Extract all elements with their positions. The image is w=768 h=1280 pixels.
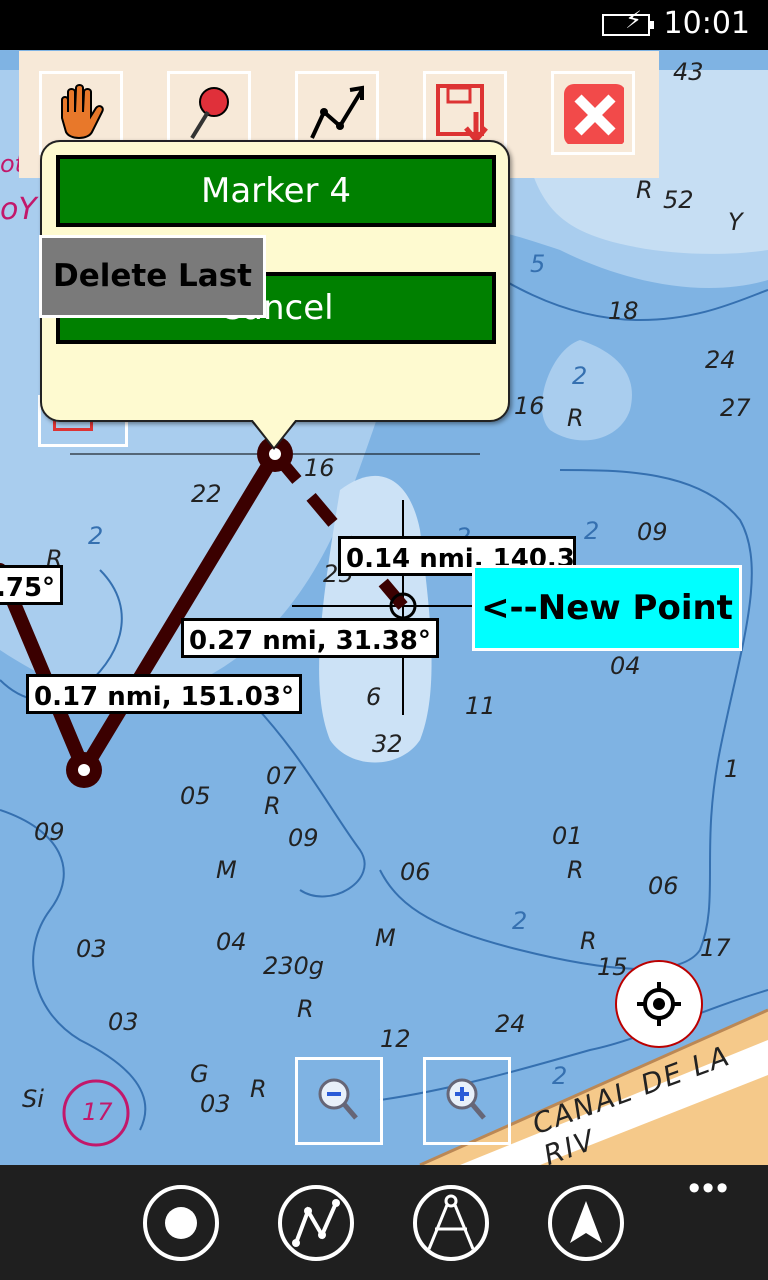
close-button[interactable] [551,71,635,155]
depth-label: 1 [724,755,740,783]
measurement-label: 0.17 nmi, 151.03° [26,674,302,714]
measurement-label: 0.27 nmi, 31.38° [181,618,439,658]
zoom-in-icon [446,1078,486,1120]
clock: 10:01 [663,6,750,41]
depth-label: R [580,927,597,955]
locate-target-icon [637,982,681,1026]
depth-label: 17 [700,934,731,962]
depth-label: R [567,856,584,884]
depth-label: Si [22,1085,44,1113]
record-button[interactable] [143,1185,219,1261]
zoom-out-button[interactable] [295,1057,383,1145]
depth-label: 43 [673,58,704,86]
depth-label: 2 [552,1062,568,1090]
depth-label: 6 [366,683,382,711]
depth-label: 04 [610,652,641,680]
depth-label: 03 [76,935,107,963]
save-export-icon [436,84,488,144]
zoom-out-icon [318,1078,358,1120]
depth-label: Y [728,208,743,236]
depth-label: R [264,792,281,820]
compass-divider-icon [427,1194,475,1250]
depth-label: R [297,995,314,1023]
routes-button[interactable] [278,1185,354,1261]
pushpin-icon [190,87,229,140]
depth-label: 06 [400,858,431,886]
depth-label: R [250,1075,267,1103]
depth-label: 11 [465,692,496,720]
hand-icon [61,84,104,139]
marker-button[interactable]: Marker 4 [56,155,496,227]
more-options-button[interactable]: ••• [688,1169,730,1208]
depth-label: 03 [200,1090,231,1118]
measure-button[interactable] [413,1185,489,1261]
routes-icon [292,1199,340,1247]
depth-label: 04 [216,928,247,956]
depth-label: R [636,176,653,204]
depth-label: 03 [108,1008,139,1036]
chart-edge-label: oY [0,192,37,227]
depth-label: 24 [495,1010,526,1038]
status-bar: ⚡ 10:01 [0,0,768,50]
new-point-label: <--New Point [472,565,742,651]
depth-label: M [216,856,237,884]
buoy-label: 17 [82,1098,113,1126]
depth-label: 52 [663,186,694,214]
depth-label: 27 [720,394,751,422]
depth-label: 32 [372,730,403,758]
depth-label: 09 [288,824,319,852]
record-icon [165,1207,197,1239]
app-bar: ••• [0,1165,768,1280]
depth-label: 18 [608,297,639,325]
depth-label: 07 [266,762,297,790]
depth-label: 09 [34,818,65,846]
zoom-in-button[interactable] [423,1057,511,1145]
depth-label: 2 [512,907,528,935]
depth-label: 01 [552,822,583,850]
depth-label: 16 [514,392,545,420]
popup-tail-fill [252,419,296,447]
depth-label: 22 [191,480,222,508]
depth-label: 2 [572,362,588,390]
depth-label: 5 [530,250,546,278]
navigation-arrow-icon [570,1201,602,1243]
depth-label: 16 [304,454,335,482]
depth-label: 24 [705,346,736,374]
locate-button[interactable] [615,960,703,1048]
delete-last-button[interactable]: Delete Last [39,235,266,318]
battery-charging-icon [602,14,654,36]
depth-label: 05 [180,782,211,810]
depth-label: G [190,1060,209,1088]
depth-label: 2 [584,517,600,545]
depth-label: 12 [380,1025,411,1053]
navigate-button[interactable] [548,1185,624,1261]
depth-label: M [375,924,396,952]
depth-label: 2 [88,522,104,550]
depth-label: 230g [263,952,325,980]
depth-label: 06 [648,872,679,900]
depth-label: 09 [637,518,668,546]
route-line-icon [310,85,364,139]
depth-label: R [567,404,584,432]
close-icon [564,84,624,144]
measurement-label: .75° [0,565,64,605]
